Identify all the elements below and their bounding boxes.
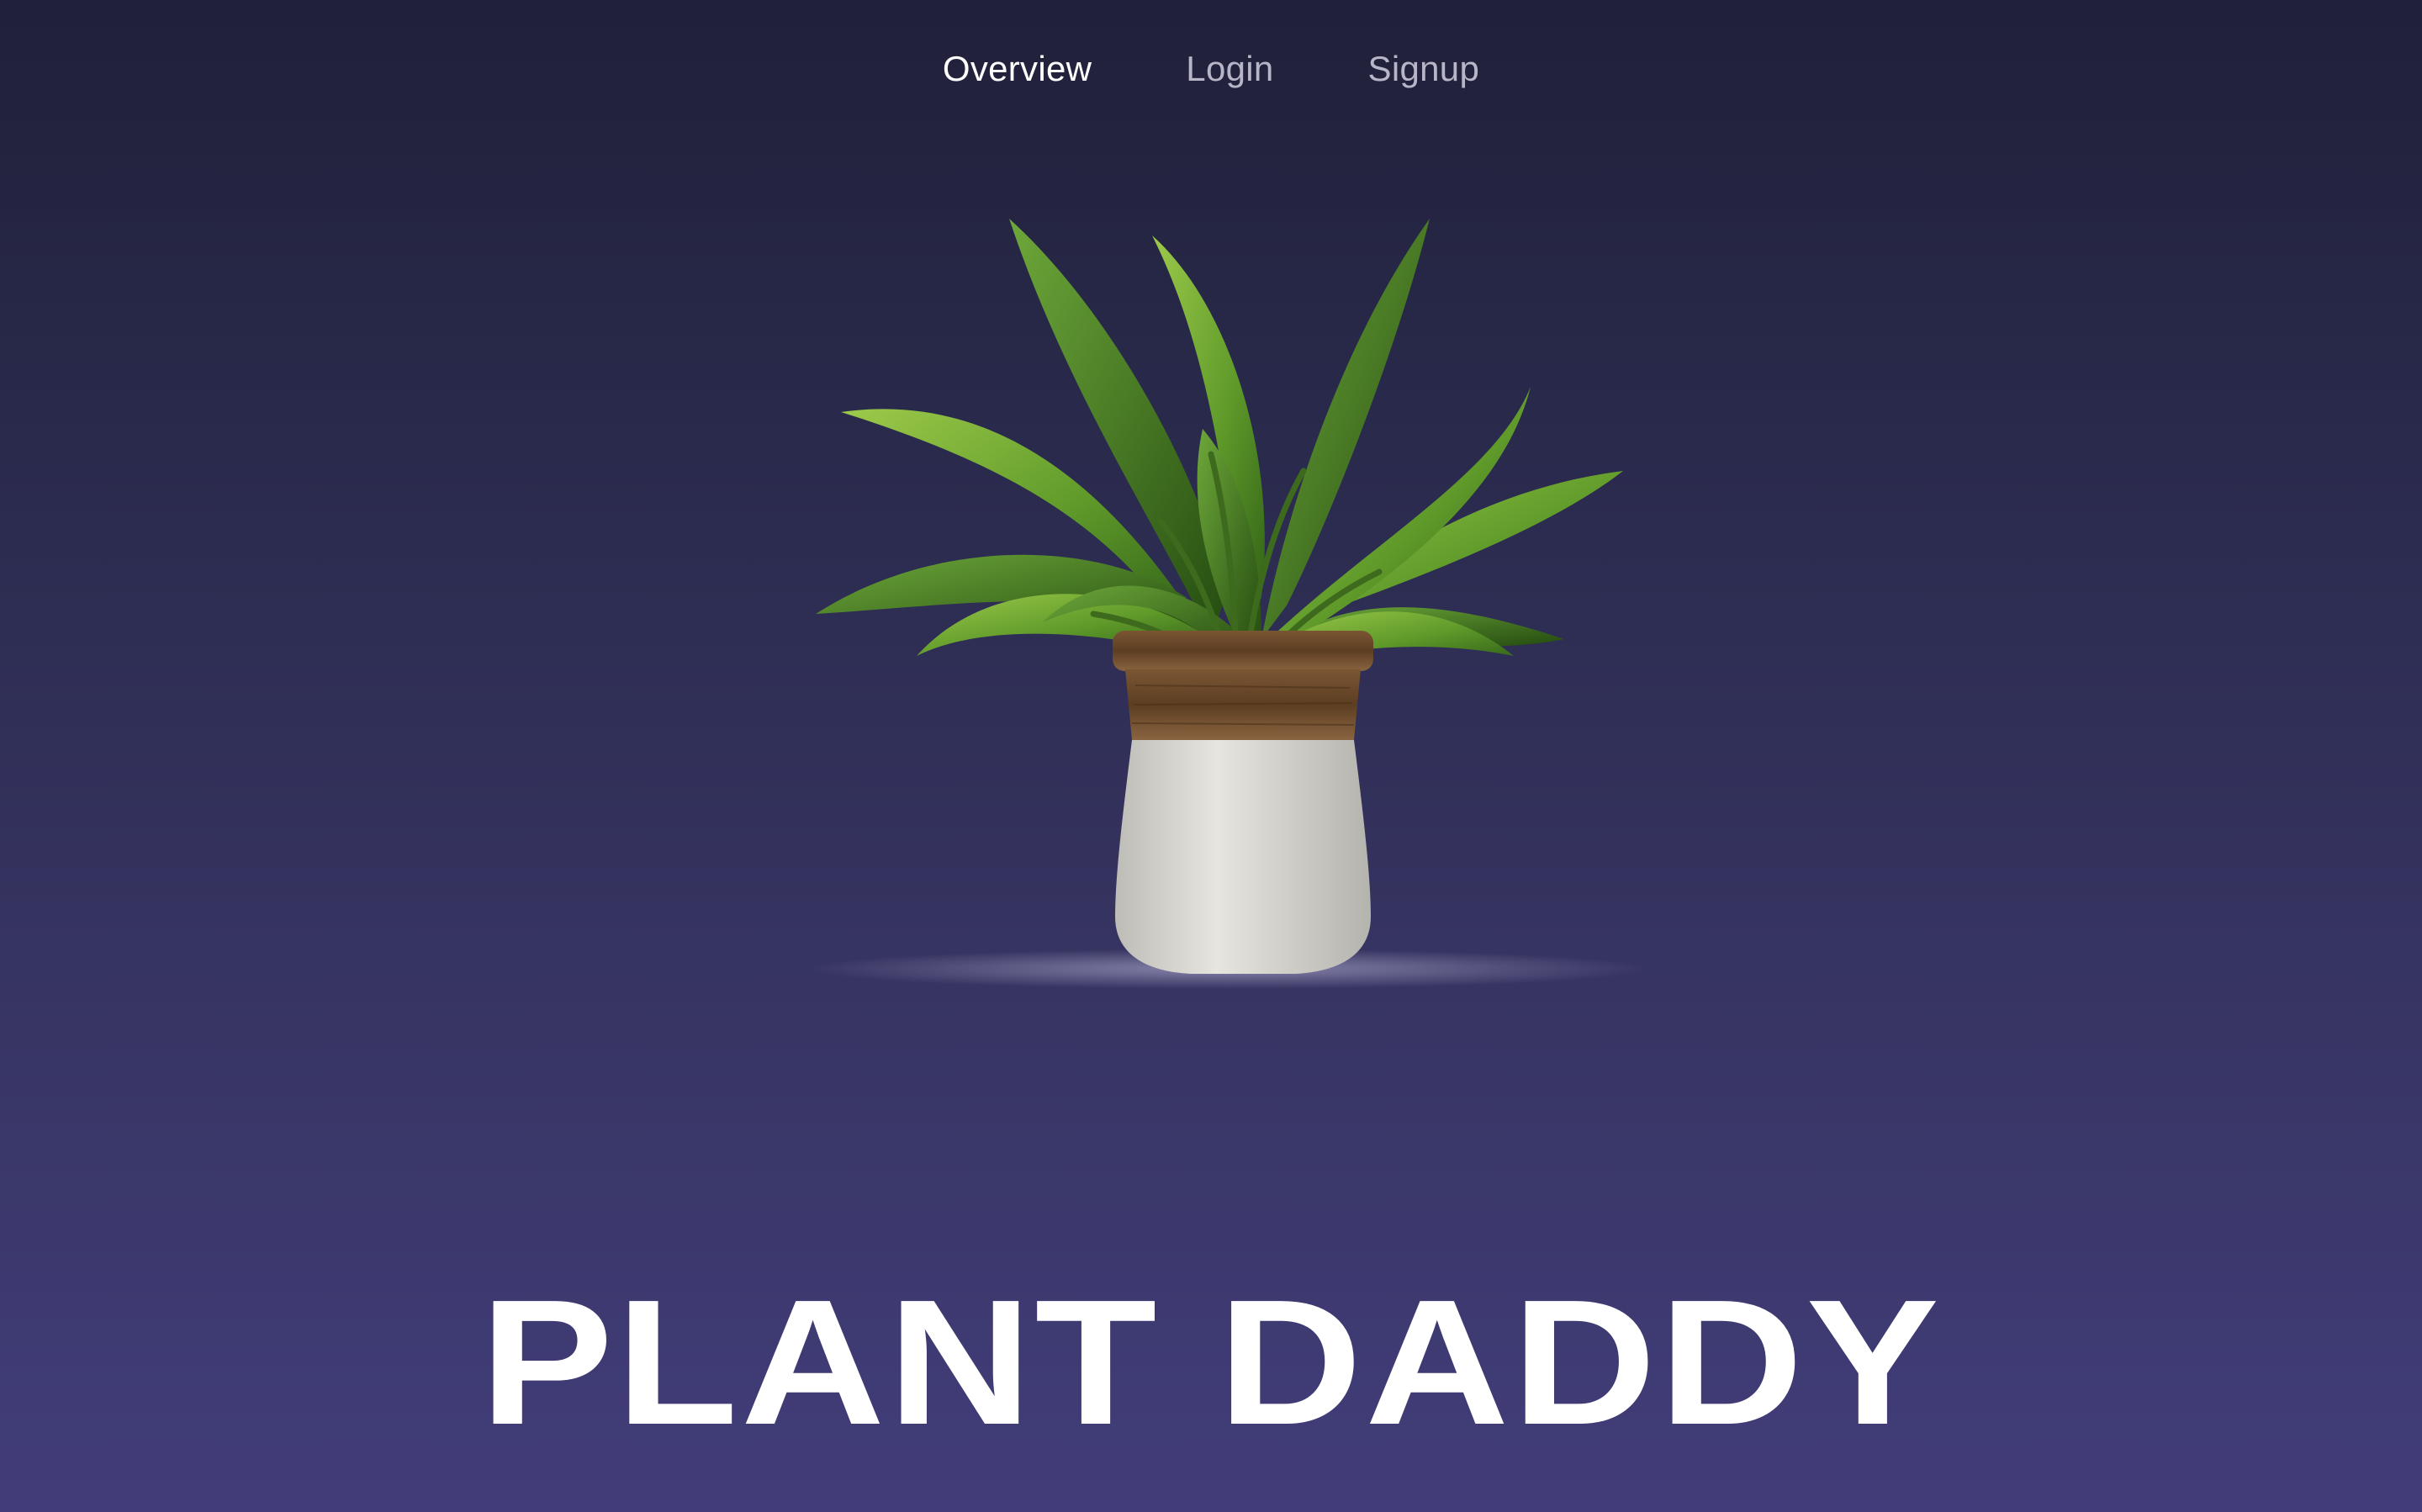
potted-plant-icon [807, 219, 1648, 989]
top-nav: Overview Login Signup [0, 49, 2422, 89]
nav-login-link[interactable]: Login [1186, 49, 1273, 89]
nav-signup-link[interactable]: Signup [1368, 49, 1480, 89]
nav-overview-link[interactable]: Overview [943, 49, 1092, 89]
landing-page: Overview Login Signup PLANT DADDY [0, 0, 2422, 1512]
hero-title: PLANT DADDY [479, 1262, 1943, 1462]
